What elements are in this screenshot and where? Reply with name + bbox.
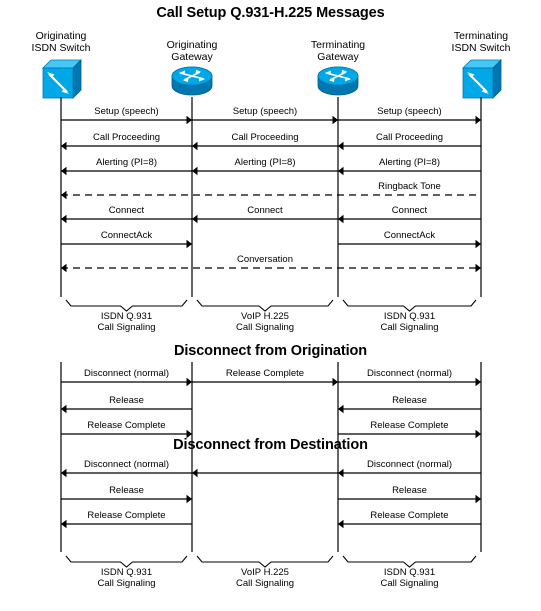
message-label: Release Complete (87, 420, 166, 431)
brace-label-line2: Call Signaling (235, 322, 295, 333)
message-label: Release (392, 485, 427, 496)
brace-label: VoIP H.225 Call Signaling (195, 567, 335, 589)
message-label: Ringback Tone (378, 181, 441, 192)
arrow-head (61, 468, 67, 478)
brace-label-line2: Call Signaling (97, 322, 156, 333)
span-brace (65, 299, 188, 312)
arrow-head (192, 468, 198, 478)
brace-label-line2: Call Signaling (380, 578, 439, 589)
arrow-head (61, 166, 67, 176)
brace-label-line1: VoIP H.225 (241, 311, 289, 322)
brace-label-line1: ISDN Q.931 (100, 567, 153, 578)
brace-label-line2: Call Signaling (235, 578, 295, 589)
span-brace (342, 299, 477, 312)
arrow-head (61, 519, 67, 529)
message-label: Call Proceeding (375, 132, 444, 143)
arrow-head (186, 115, 192, 125)
arrow-head (475, 115, 481, 125)
brace-label-line1: ISDN Q.931 (383, 311, 436, 322)
span-brace (196, 555, 334, 568)
brace-label: ISDN Q.931 Call Signaling (340, 311, 480, 333)
message-label: ConnectAck (383, 230, 436, 241)
brace-label-line2: Call Signaling (97, 578, 156, 589)
arrow-head (61, 214, 67, 224)
arrow-head (332, 115, 338, 125)
message-label: Release Complete (370, 510, 449, 521)
brace-label: VoIP H.225 Call Signaling (195, 311, 335, 333)
message-label: Release Complete (370, 420, 449, 431)
message-label: Release (392, 395, 427, 406)
arrow-head (186, 429, 192, 439)
arrow-head (61, 263, 67, 273)
brace-label-line1: ISDN Q.931 (383, 567, 436, 578)
message-label: Setup (speech) (377, 106, 442, 117)
arrow-head (192, 166, 198, 176)
message-label: Conversation (237, 254, 293, 265)
arrow-head (338, 166, 344, 176)
arrow-head (186, 494, 192, 504)
message-label: ConnectAck (100, 230, 153, 241)
arrow-head (186, 377, 192, 387)
message-label: Connect (391, 205, 428, 216)
brace-label: ISDN Q.931 Call Signaling (57, 311, 197, 333)
arrow-head (338, 404, 344, 414)
arrow-head (338, 141, 344, 151)
arrow-head (475, 494, 481, 504)
arrow-head (338, 468, 344, 478)
span-brace (196, 299, 334, 312)
brace-label-line1: ISDN Q.931 (100, 311, 153, 322)
arrow-head (186, 239, 192, 249)
brace-label-line2: Call Signaling (380, 322, 439, 333)
arrow-head (61, 190, 67, 200)
message-label: Release (109, 485, 144, 496)
arrow-head (338, 214, 344, 224)
span-brace (342, 555, 477, 568)
arrow-head (475, 429, 481, 439)
message-label: Release (109, 395, 144, 406)
arrow-head (475, 239, 481, 249)
arrow-head (475, 263, 481, 273)
arrow-head (192, 141, 198, 151)
call-flow-diagram: Call Setup Q.931-H.225 Messages Disconne… (0, 0, 541, 611)
message-label: Disconnect (normal) (84, 459, 169, 470)
message-label: Disconnect (normal) (367, 368, 452, 379)
message-label: Disconnect (normal) (367, 459, 452, 470)
arrow-head (61, 141, 67, 151)
arrow-head (332, 377, 338, 387)
span-brace (65, 555, 188, 568)
brace-label-line1: VoIP H.225 (241, 567, 289, 578)
message-label: Release Complete (87, 510, 166, 521)
arrow-head (475, 377, 481, 387)
brace-label: ISDN Q.931 Call Signaling (340, 567, 480, 589)
brace-label: ISDN Q.931 Call Signaling (57, 567, 197, 589)
arrow-head (192, 214, 198, 224)
arrow-head (61, 404, 67, 414)
arrow-head (338, 519, 344, 529)
message-label: Alerting (PI=8) (379, 157, 440, 168)
